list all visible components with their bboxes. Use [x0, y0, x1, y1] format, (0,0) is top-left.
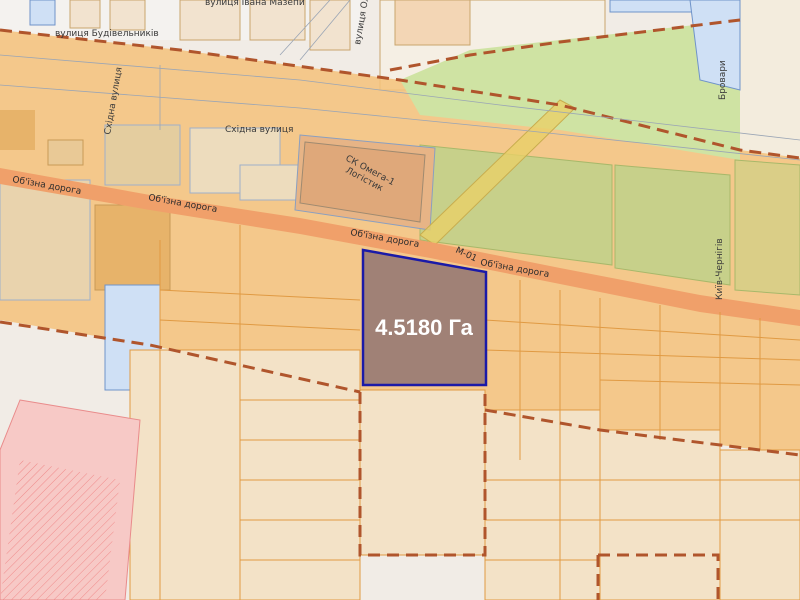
street-label-ivana-mazepy: вулиця Івана Мазепи: [205, 0, 305, 8]
cadastral-map[interactable]: 4.5180 Га вулиця Будівельників вулиця Ів…: [0, 0, 800, 600]
plot-area-label: 4.5180 Га: [375, 315, 474, 340]
street-label-budivelnykiv: вулиця Будівельників: [55, 29, 159, 39]
city-label-brovary: Бровари: [718, 60, 728, 100]
restricted-zone: [0, 399, 141, 600]
street-label-skhidna: Східна вулиця: [225, 125, 293, 135]
road-label-small-right: Київ-Чернігів: [715, 238, 725, 300]
map-canvas[interactable]: 4.5180 Га вулиця Будівельників вулиця Ів…: [0, 0, 800, 600]
